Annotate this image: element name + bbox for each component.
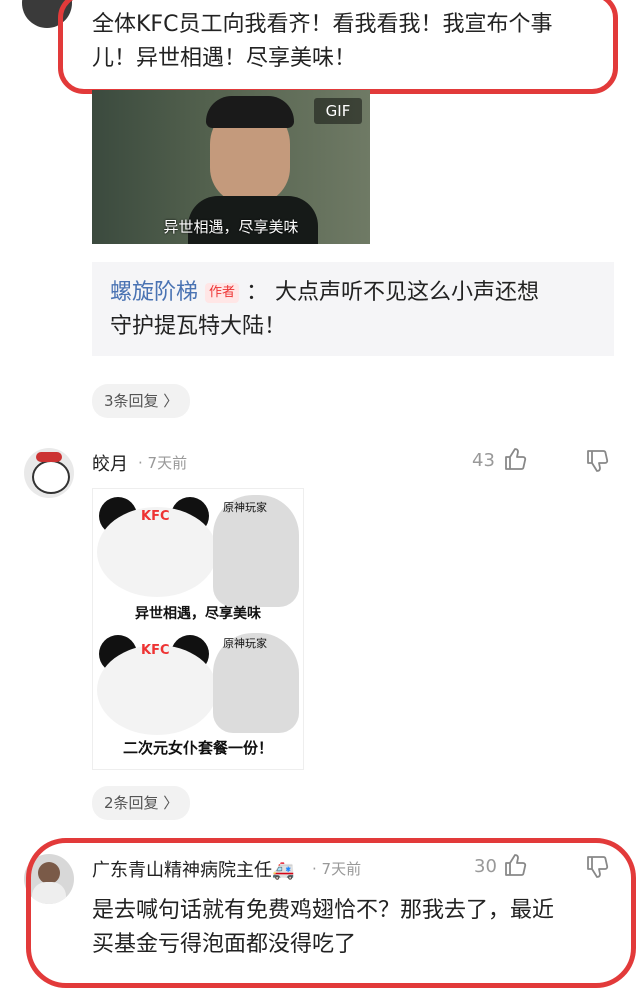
comment-text: 全体KFC员工向我看齐！看我看我！我宣布个事 儿！异世相遇！尽享美味！	[92, 8, 632, 76]
meme-tag: KFC	[141, 509, 170, 524]
avatar-figure	[38, 862, 60, 884]
meme-panel-top: KFC 原神玩家 异世相遇，尽享美味	[93, 489, 303, 627]
author-reply-line: 螺旋阶梯 作者 ： 大点声听不见这么小声还想	[110, 276, 610, 310]
author-reply-box[interactable]: 螺旋阶梯 作者 ： 大点声听不见这么小声还想 守护提瓦特大陆！	[92, 262, 614, 356]
thumbs-up-icon[interactable]	[502, 852, 528, 878]
comment-text: 是去喊句话就有免费鸡翅恰不？那我去了，最近 买基金亏得泡面都没得吃了	[92, 894, 632, 962]
meme-image[interactable]: KFC 原神玩家 异世相遇，尽享美味 KFC 原神玩家 二次元女仆套餐一份！	[92, 488, 304, 770]
author-reply-text: 螺旋阶梯 作者 ： 大点声听不见这么小声还想 守护提瓦特大陆！	[110, 276, 610, 344]
comment-text-line: 儿！异世相遇！尽享美味！	[92, 46, 357, 71]
reply-text: 大点声听不见这么小声还想	[275, 280, 540, 305]
comment-time: · 7天前	[138, 454, 188, 472]
reply-author-name[interactable]: 螺旋阶梯	[110, 280, 198, 305]
meme-panel-bottom: KFC 原神玩家 二次元女仆套餐一份！	[93, 631, 303, 769]
comment-author[interactable]: 广东青山精神病院主任🚑	[92, 856, 294, 882]
panda-face	[97, 645, 217, 735]
view-replies-button[interactable]: 2条回复 〉	[92, 786, 191, 820]
comment-author[interactable]: 皎月	[92, 450, 128, 476]
reply-colon: ：	[246, 280, 269, 305]
like-count: 43	[472, 450, 495, 471]
gif-hair	[206, 96, 294, 128]
avatar[interactable]	[24, 448, 74, 498]
avatar-hat	[36, 452, 62, 462]
gif-caption: 异世相遇，尽享美味	[163, 218, 299, 236]
meme-tag: 原神玩家	[223, 501, 267, 514]
thumbs-down-icon[interactable]	[584, 448, 610, 474]
comment-time: · 7天前	[312, 860, 362, 878]
meme-tag: KFC	[141, 643, 170, 658]
meme-tag: 原神玩家	[223, 637, 267, 650]
comment-text-line: 是去喊句话就有免费鸡翅恰不？那我去了，最近	[92, 898, 555, 923]
meme-caption: 异世相遇，尽享美味	[135, 606, 261, 622]
comment-text-line: 买基金亏得泡面都没得吃了	[92, 932, 357, 957]
author-reply-line: 守护提瓦特大陆！	[110, 314, 287, 339]
like-count: 30	[474, 856, 497, 877]
author-tag: 作者	[205, 283, 240, 303]
thumbs-up-icon[interactable]	[502, 446, 528, 472]
avatar-figure-body	[32, 882, 66, 904]
thumbs-down-icon[interactable]	[584, 854, 610, 880]
meme-caption: 二次元女仆套餐一份！	[122, 739, 273, 757]
comment-text-line: 全体KFC员工向我看齐！看我看我！我宣布个事	[92, 12, 553, 37]
avatar[interactable]	[22, 0, 72, 28]
gif-image[interactable]: GIF 异世相遇，尽享美味	[92, 90, 370, 244]
gif-badge: GIF	[314, 98, 362, 124]
view-replies-button[interactable]: 3条回复 〉	[92, 384, 191, 418]
avatar-cat-face	[32, 460, 70, 494]
avatar[interactable]	[24, 854, 74, 904]
